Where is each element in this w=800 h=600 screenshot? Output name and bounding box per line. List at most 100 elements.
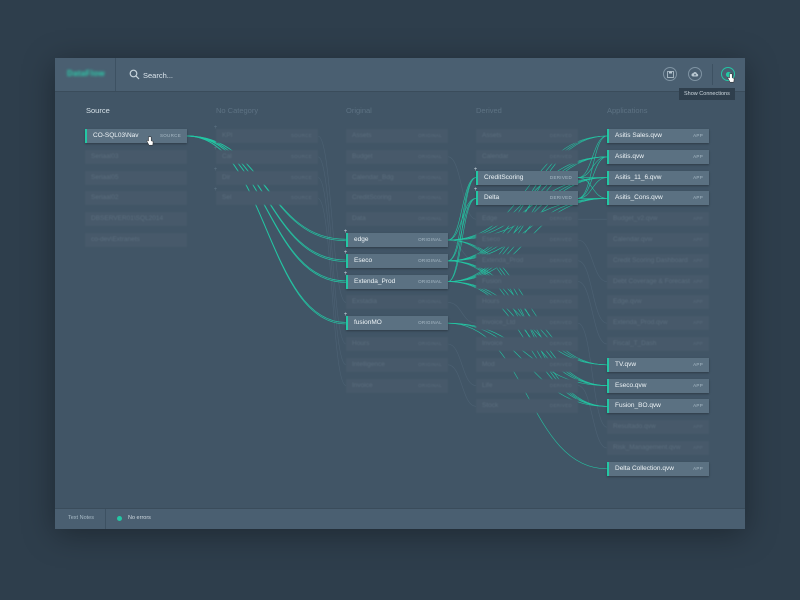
original-node-type-tag: ORIGINAL	[418, 174, 442, 180]
app-node-type-tag: APP	[693, 403, 703, 409]
derived-node[interactable]: Invoice DERIVED	[476, 337, 578, 351]
app-node[interactable]: Debt Coverage & Forecast APP	[607, 274, 709, 289]
nocat-node[interactable]: Cal SOURCE	[216, 149, 318, 164]
original-node-label: Hours	[352, 340, 370, 347]
active-connection	[186, 135, 347, 325]
app-node[interactable]: Fiscal_T_Dash APP	[607, 337, 709, 351]
derived-node[interactable]: Edge DERIVED	[476, 212, 578, 227]
original-node[interactable]: CreditScoring ORIGINAL	[346, 191, 448, 206]
app-node[interactable]: Delta Collection.qvw APP	[607, 461, 709, 476]
text-notes-button[interactable]: Text Notes	[68, 515, 94, 521]
derived-node-type-tag: DERIVED	[549, 195, 572, 201]
nocat-node[interactable]: Sel SOURCE	[216, 191, 318, 206]
app-node-label: Edge.qvw	[613, 298, 642, 306]
app-node[interactable]: Budget_v2.qvw APP	[607, 212, 709, 227]
app-node[interactable]: Extenda_Prod.qvw APP	[607, 316, 709, 331]
hand-cursor-icon	[146, 136, 154, 146]
derived-node[interactable]: CreditScoring DERIVED	[476, 170, 578, 185]
original-node[interactable]: Exstadia ORIGINAL	[346, 295, 448, 310]
original-node[interactable]: Eseco ORIGINAL	[346, 253, 448, 268]
derived-node[interactable]: Calendar DERIVED	[476, 149, 578, 164]
expand-plus-icon[interactable]: +	[213, 125, 218, 131]
source-node-label: DBSERVER01\SQL2014	[91, 215, 164, 223]
derived-node[interactable]: Delta DERIVED	[476, 191, 578, 206]
derived-node[interactable]: Fusion DERIVED	[476, 274, 578, 289]
app-node-type-tag: APP	[693, 278, 703, 284]
original-node[interactable]: Budget ORIGINAL	[346, 149, 448, 164]
source-node-label: CO-SQL03\Nav	[93, 132, 139, 139]
derived-node[interactable]: Life DERIVED	[476, 378, 578, 393]
source-node[interactable]: Seriaal03	[85, 149, 187, 164]
app-node[interactable]: Credit Scoring Dashboard APP	[607, 253, 709, 268]
derived-node[interactable]: Eseco DERIVED	[476, 233, 578, 247]
derived-node[interactable]: Hours DERIVED	[476, 295, 578, 310]
source-node[interactable]: Seriaal02	[85, 191, 187, 206]
source-node[interactable]: co-dev\Extranets	[85, 233, 187, 247]
app-node[interactable]: Calendar.qvw APP	[607, 233, 709, 247]
app-node[interactable]: Fusion_BO.qvw APP	[607, 399, 709, 414]
expand-plus-icon[interactable]: +	[343, 312, 348, 318]
app-node-type-tag: APP	[693, 195, 703, 201]
expand-plus-icon[interactable]: +	[473, 167, 478, 173]
original-node[interactable]: edge ORIGINAL	[346, 233, 448, 247]
source-node-label: Seriaal03	[91, 152, 119, 160]
expand-plus-icon[interactable]: +	[473, 187, 478, 193]
app-node-type-tag: APP	[693, 133, 703, 138]
app-node[interactable]: Asitis.qvw APP	[607, 149, 709, 164]
source-node[interactable]: Seriaal05	[85, 170, 187, 185]
derived-node[interactable]: Assets DERIVED	[476, 129, 578, 143]
app-node-label: Eseco.qvw	[615, 381, 647, 389]
derived-node-type-tag: DERIVED	[549, 403, 572, 409]
original-node[interactable]: Invoice ORIGINAL	[346, 378, 448, 393]
expand-plus-icon[interactable]: +	[343, 250, 348, 256]
expand-plus-icon[interactable]: +	[213, 167, 218, 173]
nocat-node-type-tag: SOURCE	[290, 195, 312, 201]
original-node[interactable]: Hours ORIGINAL	[346, 337, 448, 351]
source-node[interactable]: DBSERVER01\SQL2014	[85, 212, 187, 227]
original-node[interactable]: Data ORIGINAL	[346, 212, 448, 227]
derived-node[interactable]: Extenda_Prod DERIVED	[476, 253, 578, 268]
app-node[interactable]: Asitis_11_6.qvw APP	[607, 170, 709, 185]
status-text: No errors	[128, 515, 151, 521]
derived-node-label: Extenda_Prod	[482, 256, 524, 264]
expand-plus-icon[interactable]: +	[213, 146, 218, 152]
original-node-label: CreditScoring	[352, 194, 392, 202]
derived-node-type-tag: DERIVED	[549, 341, 572, 346]
app-node-label: Asitis_Cons.qvw	[615, 194, 663, 202]
original-node[interactable]: Assets ORIGINAL	[346, 129, 448, 143]
expand-plus-icon[interactable]: +	[343, 229, 348, 235]
original-node[interactable]: fusionMO ORIGINAL	[346, 316, 448, 331]
app-node[interactable]: Eseco.qvw APP	[607, 378, 709, 393]
expand-plus-icon[interactable]: +	[213, 187, 218, 193]
nocat-node[interactable]: Dir SOURCE	[216, 170, 318, 185]
expand-plus-icon[interactable]: +	[343, 271, 348, 277]
derived-node[interactable]: Mod DERIVED	[476, 357, 578, 372]
app-node-type-tag: APP	[693, 237, 703, 242]
original-node-type-tag: ORIGINAL	[418, 133, 442, 138]
derived-node[interactable]: Stock DERIVED	[476, 399, 578, 414]
app-node[interactable]: TV.qvw APP	[607, 357, 709, 372]
app-node-label: Fiscal_T_Dash	[613, 340, 657, 347]
original-node-type-tag: ORIGINAL	[418, 320, 442, 326]
source-node[interactable]: CO-SQL03\Nav SOURCE	[85, 129, 187, 143]
original-node[interactable]: Intelligence ORIGINAL	[346, 357, 448, 372]
app-node[interactable]: Risk_Management.qvw APP	[607, 441, 709, 455]
original-node-label: Calendar_Bdg	[352, 173, 394, 181]
app-node[interactable]: Asitis_Cons.qvw APP	[607, 191, 709, 206]
derived-node-type-tag: DERIVED	[549, 320, 572, 326]
derived-node-type-tag: DERIVED	[549, 299, 572, 305]
app-node[interactable]: Resultado.qvw APP	[607, 420, 709, 435]
derived-node[interactable]: Invoice_Ltd DERIVED	[476, 316, 578, 331]
original-node-type-tag: ORIGINAL	[418, 257, 442, 263]
derived-node-type-tag: DERIVED	[549, 237, 572, 242]
original-node-label: Budget	[352, 152, 373, 160]
derived-node-type-tag: DERIVED	[549, 216, 572, 222]
original-node-type-tag: ORIGINAL	[418, 278, 442, 284]
app-node[interactable]: Edge.qvw APP	[607, 295, 709, 310]
original-node[interactable]: Extenda_Prod ORIGINAL	[346, 274, 448, 289]
original-node[interactable]: Calendar_Bdg ORIGINAL	[346, 170, 448, 185]
app-node-type-tag: APP	[693, 465, 703, 471]
derived-node-type-tag: DERIVED	[549, 153, 572, 159]
nocat-node[interactable]: KPI SOURCE	[216, 129, 318, 143]
app-node[interactable]: Asitis Sales.qvw APP	[607, 129, 709, 143]
